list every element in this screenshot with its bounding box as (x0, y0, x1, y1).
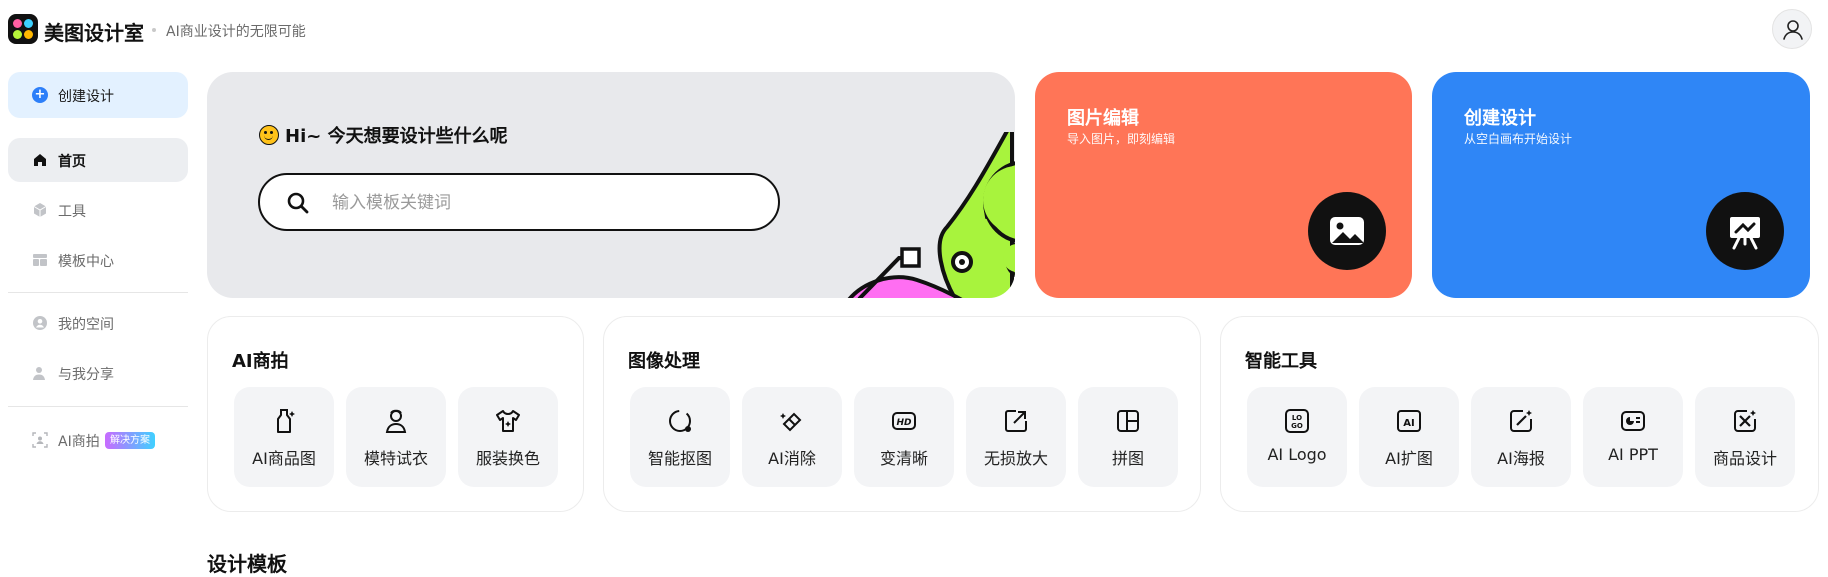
tool-label: 拼图 (1111, 449, 1144, 468)
person-circle-icon (33, 316, 47, 330)
eraser-icon (780, 412, 802, 432)
sidebar-divider (8, 406, 188, 407)
tool-model-try-on[interactable]: 模特试衣 (346, 387, 446, 487)
tool-label: 服装换色 (475, 449, 540, 468)
logo-grid-icon: LOGO (1285, 409, 1309, 433)
tool-clothing-recolor[interactable]: 服装换色 (458, 387, 558, 487)
upscale-icon (1005, 410, 1027, 432)
promo-icon-circle (1308, 192, 1386, 270)
sidebar-item-shared[interactable]: 与我分享 (8, 351, 188, 395)
tool-label: AI海报 (1497, 449, 1545, 468)
cutout-icon (669, 410, 691, 432)
model-bust-icon (385, 409, 407, 433)
promo-create-design[interactable]: 创建设计 从空白画布开始设计 (1432, 72, 1810, 298)
templates-section-title: 设计模板 (207, 552, 287, 576)
tool-label: 商品设计 (1712, 449, 1777, 468)
solution-badge: 解决方案 (105, 432, 155, 449)
section-title: AI商拍 (232, 351, 289, 372)
promo-image-edit[interactable]: 图片编辑 导入图片，即刻编辑 (1035, 72, 1412, 298)
promo-title: 图片编辑 (1067, 108, 1139, 129)
promo-subtitle: 从空白画布开始设计 (1464, 132, 1573, 146)
tool-enhance[interactable]: HD 变清晰 (854, 387, 954, 487)
top-bar: 美图设计室 AI商业设计的无限可能 (0, 0, 1828, 62)
sidebar-item-templates[interactable]: 模板中心 (8, 238, 188, 282)
user-avatar[interactable] (1772, 9, 1812, 49)
tool-ai-poster[interactable]: AI海报 (1471, 387, 1571, 487)
sidebar-item-my-space[interactable]: 我的空间 (8, 301, 188, 345)
smile-emoji-icon (259, 125, 279, 145)
tool-label: 模特试衣 (363, 449, 428, 468)
create-design-button[interactable]: + 创建设计 (8, 72, 188, 118)
tool-ai-product-image[interactable]: AI商品图 (234, 387, 334, 487)
sidebar-item-label: AI商拍 (58, 434, 100, 450)
tool-collage[interactable]: 拼图 (1078, 387, 1178, 487)
tool-label: AI Logo (1267, 445, 1327, 464)
section-title: 智能工具 (1245, 351, 1317, 372)
product-bottle-icon (277, 409, 295, 433)
tshirt-icon (496, 410, 520, 432)
sidebar-item-label: 模板中心 (58, 254, 114, 270)
sidebar-item-label: 我的空间 (58, 317, 114, 333)
sidebar-item-tools[interactable]: 工具 (8, 188, 188, 232)
promo-subtitle: 导入图片，即刻编辑 (1067, 132, 1176, 146)
template-icon (33, 254, 47, 266)
ai-scan-icon (32, 432, 48, 448)
section-image-processing: 图像处理 智能抠图 AI消除 HD 变清晰 无损放大 拼图 (603, 316, 1201, 512)
svg-text:LO: LO (1292, 414, 1302, 422)
create-design-label: 创建设计 (58, 89, 114, 105)
tool-product-design[interactable]: 商品设计 (1695, 387, 1795, 487)
tool-label: AI消除 (768, 449, 816, 468)
separator-dot (152, 28, 156, 32)
tool-label: 智能抠图 (647, 449, 712, 468)
poster-wand-icon (1510, 410, 1532, 432)
promo-title: 创建设计 (1464, 108, 1536, 129)
sidebar-item-ai-photo[interactable]: AI商拍 解决方案 (8, 418, 188, 462)
hero-banner: Hi~ 今天想要设计些什么呢 (207, 72, 1015, 298)
presentation-icon (1621, 411, 1645, 431)
sidebar-divider (8, 292, 188, 293)
brand-name[interactable]: 美图设计室 (44, 17, 144, 46)
tool-ai-eraser[interactable]: AI消除 (742, 387, 842, 487)
home-icon (34, 154, 46, 166)
tool-ai-ppt[interactable]: AI PPT (1583, 387, 1683, 487)
tool-label: 无损放大 (983, 449, 1048, 468)
search-input[interactable] (332, 189, 752, 217)
svg-text:AI: AI (1403, 418, 1414, 429)
tool-ai-expand[interactable]: AI AI扩图 (1359, 387, 1459, 487)
sidebar-item-label: 工具 (58, 204, 86, 220)
svg-text:HD: HD (896, 418, 912, 428)
tool-ai-logo[interactable]: LO GO AI Logo (1247, 387, 1347, 487)
decorative-illustration (847, 132, 1015, 298)
section-ai-photo: AI商拍 AI商品图 模特试衣 服装换色 (207, 316, 584, 512)
sidebar-item-home[interactable]: 首页 (8, 138, 188, 182)
brand-slogan: AI商业设计的无限可能 (166, 24, 306, 40)
tool-label: AI商品图 (252, 449, 316, 468)
tool-label: AI扩图 (1385, 449, 1433, 468)
search-icon (287, 192, 309, 214)
hd-icon: HD (892, 412, 916, 430)
svg-text:GO: GO (1291, 422, 1303, 430)
tool-smart-cutout[interactable]: 智能抠图 (630, 387, 730, 487)
sidebar-item-label: 与我分享 (58, 367, 114, 383)
tool-label: AI PPT (1608, 445, 1658, 464)
image-icon (1330, 217, 1364, 245)
section-title: 图像处理 (628, 351, 700, 372)
share-user-icon (33, 367, 45, 380)
collage-icon (1117, 410, 1139, 432)
user-icon (1783, 20, 1803, 40)
plus-icon: + (32, 87, 48, 103)
sidebar-item-label: 首页 (58, 154, 86, 170)
product-design-icon (1734, 410, 1756, 432)
greeting-text: Hi~ 今天想要设计些什么呢 (285, 126, 508, 147)
easel-icon (1730, 217, 1760, 250)
tool-lossless-upscale[interactable]: 无损放大 (966, 387, 1066, 487)
meitu-logo-icon[interactable] (8, 14, 38, 44)
promo-icon-circle (1706, 192, 1784, 270)
template-search-box[interactable] (258, 173, 780, 231)
greeting-row: Hi~ 今天想要设计些什么呢 (259, 122, 508, 148)
cube-icon (33, 203, 47, 217)
tool-label: 变清晰 (879, 449, 928, 468)
section-smart-tools: 智能工具 LO GO AI Logo AI AI扩图 AI海报 AI PPT 商品… (1220, 316, 1819, 512)
ai-expand-icon: AI (1397, 410, 1421, 432)
